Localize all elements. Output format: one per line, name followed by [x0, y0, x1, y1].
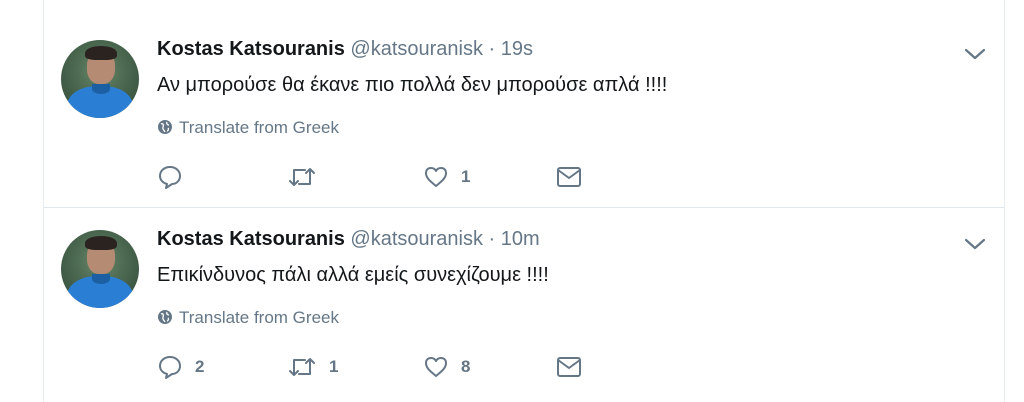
- translate-label[interactable]: Translate from Greek: [179, 118, 339, 137]
- tweet[interactable]: Kostas Katsouranis @katsouranisk · 19s Α…: [43, 20, 1005, 206]
- reply-button[interactable]: 2: [157, 352, 204, 382]
- tweet-divider: [43, 207, 1005, 208]
- reply-button[interactable]: [157, 162, 195, 192]
- chevron-down-icon[interactable]: [963, 236, 987, 252]
- user-name[interactable]: Kostas Katsouranis: [157, 38, 345, 60]
- tweet-text: Αν μπορούσε θα έκανε πιο πολλά δεν μπορο…: [157, 74, 668, 96]
- envelope-icon: [557, 357, 581, 377]
- like-button[interactable]: 8: [423, 352, 470, 382]
- direct-message-button[interactable]: [555, 352, 583, 382]
- timestamp[interactable]: 19s: [501, 38, 533, 60]
- separator-dot: ·: [488, 228, 496, 250]
- chevron-down-icon[interactable]: [963, 46, 987, 62]
- timestamp[interactable]: 10m: [501, 228, 540, 250]
- reply-icon: [159, 356, 181, 379]
- retweet-icon: [289, 168, 315, 186]
- translate-link[interactable]: Translate from Greek: [157, 308, 339, 328]
- globe-icon: [158, 120, 172, 134]
- tweet[interactable]: Kostas Katsouranis @katsouranisk · 10m Ε…: [43, 210, 1005, 396]
- avatar[interactable]: [61, 40, 139, 118]
- like-count: 8: [461, 357, 471, 376]
- envelope-icon: [557, 167, 581, 187]
- retweet-button[interactable]: [287, 162, 329, 192]
- heart-icon: [425, 167, 447, 187]
- tweet-text: Επικίνδυνος πάλι αλλά εμείς συνεχίζουμε …: [157, 264, 549, 286]
- retweet-count: 1: [329, 357, 339, 376]
- heart-icon: [425, 357, 447, 377]
- user-handle[interactable]: @katsouranisk: [350, 228, 483, 250]
- like-button[interactable]: 1: [423, 162, 470, 192]
- tweet-header: Kostas Katsouranis @katsouranisk · 10m: [157, 228, 540, 251]
- reply-count: 2: [195, 357, 205, 376]
- globe-icon: [158, 310, 172, 324]
- translate-label[interactable]: Translate from Greek: [179, 308, 339, 327]
- reply-icon: [159, 166, 181, 189]
- retweet-icon: [289, 358, 315, 376]
- translate-link[interactable]: Translate from Greek: [157, 118, 339, 138]
- user-handle[interactable]: @katsouranisk: [350, 38, 483, 60]
- like-count: 1: [461, 167, 471, 186]
- separator-dot: ·: [488, 38, 496, 60]
- direct-message-button[interactable]: [555, 162, 583, 192]
- retweet-button[interactable]: 1: [287, 352, 338, 382]
- user-name[interactable]: Kostas Katsouranis: [157, 228, 345, 250]
- avatar[interactable]: [61, 230, 139, 308]
- tweet-header: Kostas Katsouranis @katsouranisk · 19s: [157, 38, 533, 61]
